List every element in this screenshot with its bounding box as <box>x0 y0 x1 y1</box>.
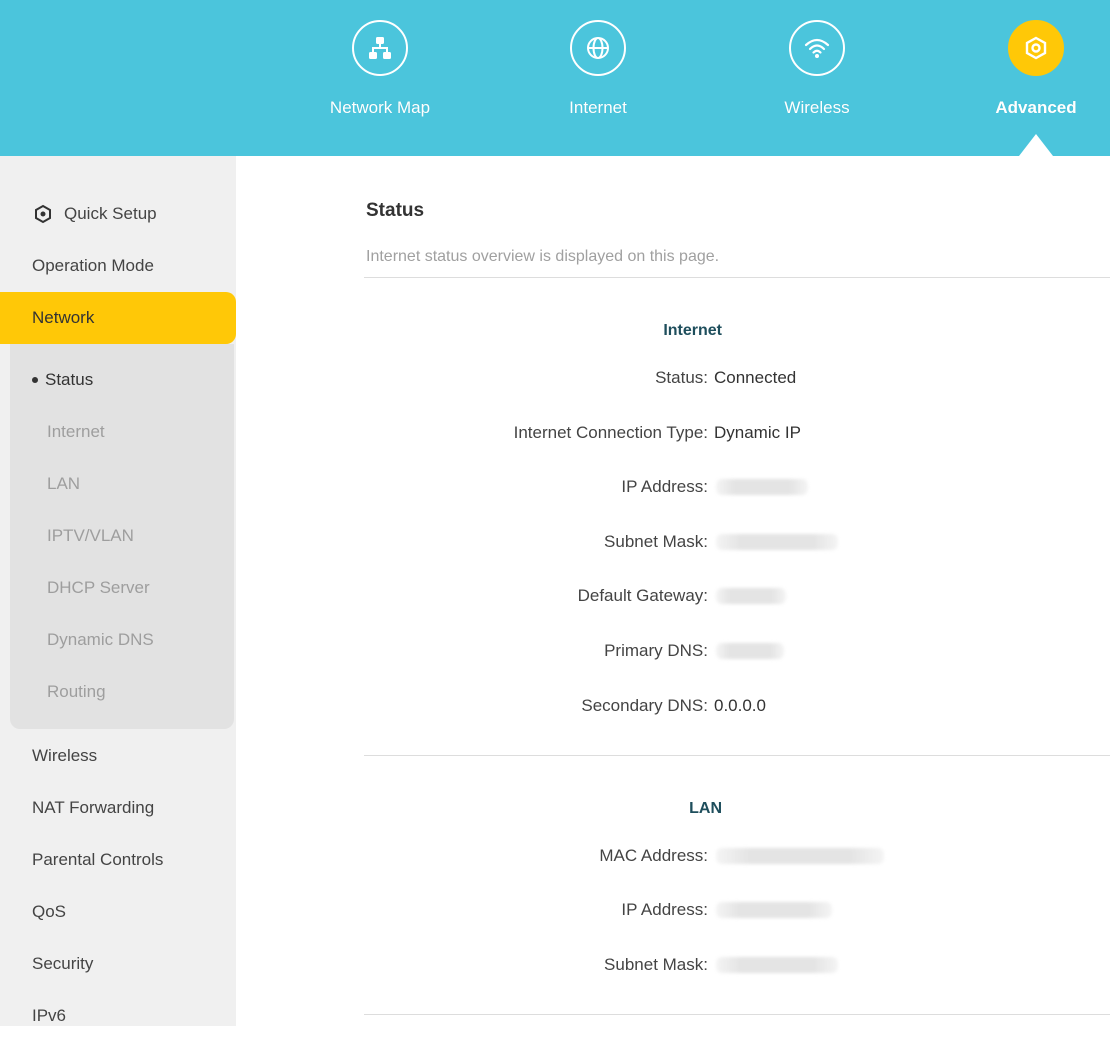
field-label-secondary-dns: Secondary DNS: <box>581 696 708 715</box>
field-value-connection-type: Dynamic IP <box>714 423 801 442</box>
nav-tab-advanced[interactable]: Advanced <box>956 0 1110 156</box>
submenu-item-iptv-vlan[interactable]: IPTV/VLAN <box>10 510 234 562</box>
sidebar-item-label: QoS <box>32 902 67 921</box>
section-heading-lan: LAN <box>689 800 722 817</box>
nav-tab-wireless[interactable]: Wireless <box>737 0 897 156</box>
nav-tab-label: Advanced <box>995 98 1077 117</box>
submenu-item-status[interactable]: Status <box>10 354 234 406</box>
sidebar: Quick Setup Operation Mode Network Statu… <box>0 156 236 1026</box>
redacted-lan-ip-address <box>716 902 832 918</box>
submenu-item-label: DHCP Server <box>47 578 150 597</box>
sidebar-item-parental-controls[interactable]: Parental Controls <box>0 834 236 886</box>
divider <box>364 277 1110 278</box>
redacted-ip-address <box>716 479 808 495</box>
top-navigation-bar: Network Map Internet Wireless Advanced <box>0 0 1110 156</box>
field-label-lan-ip-address: IP Address: <box>621 900 708 919</box>
gear-icon <box>32 203 54 225</box>
redacted-mac-address <box>716 848 884 864</box>
main-content: Status Internet status overview is displ… <box>236 156 1110 1026</box>
submenu-item-label: Internet <box>47 422 105 441</box>
sidebar-item-operation-mode[interactable]: Operation Mode <box>0 240 236 292</box>
nav-tab-label: Network Map <box>329 98 431 117</box>
submenu-item-routing[interactable]: Routing <box>10 666 234 718</box>
field-label-lan-subnet-mask: Subnet Mask: <box>604 955 708 974</box>
redacted-default-gateway <box>716 588 786 604</box>
active-tab-pointer <box>1019 134 1053 156</box>
nav-tab-label: Wireless <box>784 98 850 117</box>
gear-icon <box>1008 20 1064 76</box>
redacted-primary-dns <box>716 643 784 659</box>
field-label-mac-address: MAC Address: <box>599 846 708 865</box>
page-title: Status <box>366 200 425 221</box>
submenu-item-internet[interactable]: Internet <box>10 406 234 458</box>
sidebar-item-label: Security <box>32 954 94 973</box>
nav-tab-label: Internet <box>569 98 627 117</box>
submenu-item-label: Dynamic DNS <box>47 630 154 649</box>
field-value-status: Connected <box>714 368 797 387</box>
sidebar-item-label: IPv6 <box>32 1006 67 1025</box>
globe-icon <box>570 20 626 76</box>
page-description: Internet status overview is displayed on… <box>366 248 720 265</box>
submenu-item-label: IPTV/VLAN <box>47 526 134 545</box>
field-value-secondary-dns: 0.0.0.0 <box>714 696 766 715</box>
submenu-item-dhcp-server[interactable]: DHCP Server <box>10 562 234 614</box>
sidebar-item-label: NAT Forwarding <box>32 798 155 817</box>
redacted-lan-subnet-mask <box>716 957 838 973</box>
sidebar-item-qos[interactable]: QoS <box>0 886 236 938</box>
field-label-connection-type: Internet Connection Type: <box>513 423 708 442</box>
submenu-item-label: LAN <box>47 474 81 493</box>
current-indicator-dot <box>32 377 38 383</box>
field-label-ip-address: IP Address: <box>621 477 708 496</box>
sidebar-item-label: Wireless <box>32 746 98 765</box>
sidebar-item-network[interactable]: Network <box>0 292 236 344</box>
field-label-default-gateway: Default Gateway: <box>577 586 708 605</box>
divider <box>364 1014 1110 1015</box>
sidebar-item-label: Quick Setup <box>64 204 157 223</box>
nav-tab-internet[interactable]: Internet <box>518 0 678 156</box>
nav-tab-network-map[interactable]: Network Map <box>300 0 460 156</box>
sidebar-item-ipv6[interactable]: IPv6 <box>0 990 236 1042</box>
sidebar-item-label: Parental Controls <box>32 850 164 869</box>
submenu-item-lan[interactable]: LAN <box>10 458 234 510</box>
field-label-primary-dns: Primary DNS: <box>604 641 708 660</box>
submenu-item-label: Routing <box>47 682 106 701</box>
sidebar-item-label: Network <box>32 308 95 327</box>
divider <box>364 755 1110 756</box>
field-label-status: Status: <box>655 368 708 387</box>
submenu-item-dynamic-dns[interactable]: Dynamic DNS <box>10 614 234 666</box>
sidebar-item-label: Operation Mode <box>32 256 154 275</box>
network-map-icon <box>352 20 408 76</box>
sidebar-item-nat-forwarding[interactable]: NAT Forwarding <box>0 782 236 834</box>
wifi-icon <box>789 20 845 76</box>
section-heading-internet: Internet <box>663 322 722 339</box>
network-submenu: Status Internet LAN IPTV/VLAN DHCP Serve… <box>10 344 234 729</box>
sidebar-item-quick-setup[interactable]: Quick Setup <box>0 188 236 240</box>
field-label-subnet-mask: Subnet Mask: <box>604 532 708 551</box>
sidebar-item-wireless[interactable]: Wireless <box>0 730 236 782</box>
sidebar-item-security[interactable]: Security <box>0 938 236 990</box>
submenu-item-label: Status <box>45 370 94 389</box>
redacted-subnet-mask <box>716 534 838 550</box>
